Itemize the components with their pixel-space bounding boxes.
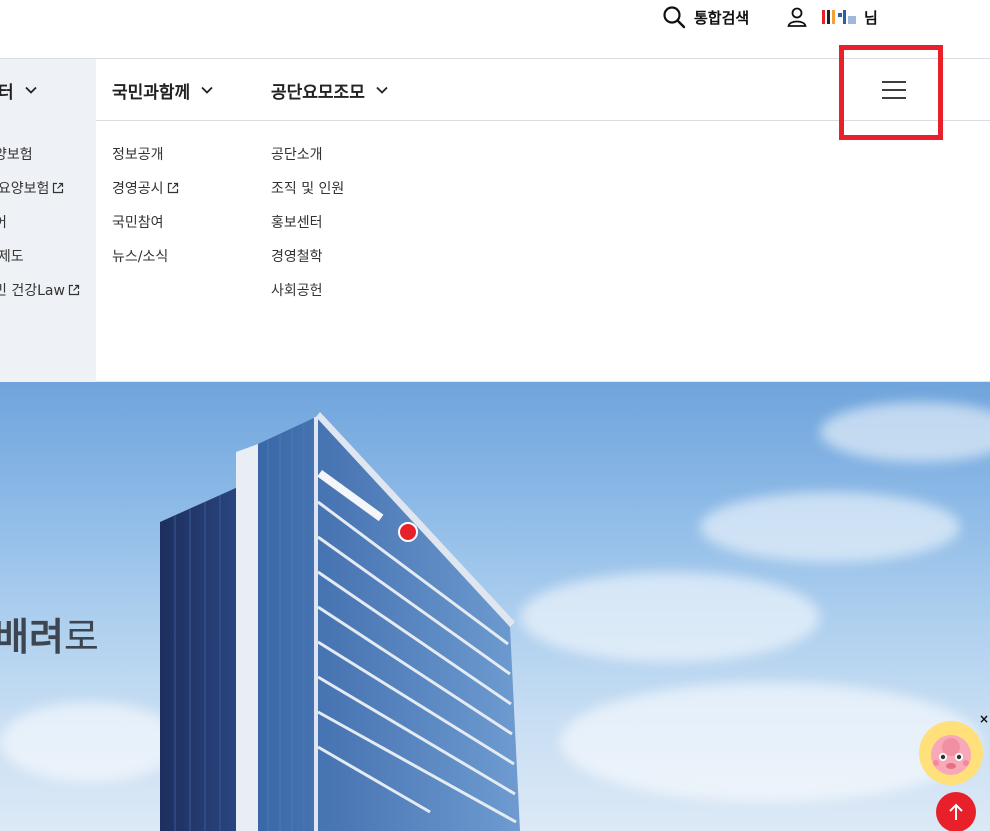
submenu-label: l요양보험 bbox=[0, 181, 50, 197]
submenu-item[interactable]: 양보험 bbox=[0, 144, 33, 164]
submenu-label: 양보험 bbox=[0, 147, 33, 163]
submenu-label: 경영공시 bbox=[112, 181, 164, 197]
scroll-to-top-button[interactable] bbox=[936, 792, 976, 831]
gnb-item-label: 공단요모조모 bbox=[271, 82, 365, 103]
search-icon bbox=[663, 6, 686, 29]
submenu-item[interactable]: 홍보센터 bbox=[271, 212, 323, 232]
hero-headline-bold: 배려 bbox=[0, 615, 64, 659]
submenu-label: 뉴스/소식 bbox=[112, 249, 169, 265]
submenu-item[interactable]: 공단소개 bbox=[271, 144, 323, 164]
submenu-label: 공단소개 bbox=[271, 147, 323, 163]
gnb-item-1[interactable]: 터 bbox=[0, 59, 96, 121]
chevron-down-icon bbox=[200, 83, 214, 97]
external-link-icon bbox=[52, 182, 64, 194]
gnb-item-about[interactable]: 공단요모조모 bbox=[271, 59, 389, 121]
submenu-item[interactable]: 어 bbox=[0, 212, 7, 232]
masked-user-name bbox=[822, 10, 862, 24]
submenu-label: 사회공헌 bbox=[271, 283, 323, 299]
submenu-item[interactable]: 사회공헌 bbox=[271, 280, 323, 300]
submenu-item[interactable]: 뉴스/소식 bbox=[112, 246, 168, 266]
chevron-down-icon bbox=[24, 83, 38, 97]
submenu-item[interactable]: 민 건강Law bbox=[0, 280, 80, 300]
integrated-search-button[interactable]: 통합검색 bbox=[662, 5, 749, 29]
headquarters-building-image bbox=[160, 412, 520, 831]
chatbot-character-button[interactable] bbox=[919, 721, 983, 785]
global-navigation: 터 국민과함께 공단요모조모 bbox=[0, 58, 990, 121]
user-name-suffix: 님 bbox=[864, 8, 878, 27]
all-menu-button[interactable] bbox=[868, 73, 920, 107]
user-menu[interactable]: 님 bbox=[786, 5, 878, 29]
chatbot-close-icon[interactable]: × bbox=[979, 712, 990, 726]
gnb-item-label: 터 bbox=[0, 82, 14, 103]
submenu-item[interactable]: 국민참여 bbox=[112, 212, 164, 232]
utility-bar: 통합검색 님 bbox=[0, 0, 990, 58]
submenu-label: 정보공개 bbox=[112, 147, 164, 163]
gnb-item-label: 국민과함께 bbox=[112, 82, 191, 103]
submenu-item[interactable]: 경영철학 bbox=[271, 246, 323, 266]
submenu-item[interactable]: 정보공개 bbox=[112, 144, 164, 164]
gnb-item-together[interactable]: 국민과함께 bbox=[112, 59, 214, 121]
hero-headline: 배려로 bbox=[0, 606, 99, 661]
hero-banner: 배려로 bbox=[0, 382, 990, 831]
user-name: 님 bbox=[822, 7, 878, 28]
submenu-label: 조직 및 인원 bbox=[271, 181, 345, 197]
gnb-dropdown-panel: 양보험 l요양보험 어 l제도 민 건강Law 정보공개 경영공시 국민참여 뉴… bbox=[0, 121, 990, 382]
submenu-label: 홍보센터 bbox=[271, 215, 323, 231]
chevron-down-icon bbox=[375, 83, 389, 97]
search-label: 통합검색 bbox=[694, 8, 750, 27]
submenu-item[interactable]: 경영공시 bbox=[112, 178, 179, 198]
submenu-label: 경영철학 bbox=[271, 249, 323, 265]
submenu-item[interactable]: 조직 및 인원 bbox=[271, 178, 344, 198]
external-link-icon bbox=[68, 284, 80, 296]
arrow-up-icon bbox=[949, 803, 963, 820]
mascot-icon bbox=[931, 735, 971, 775]
submenu-label: 국민참여 bbox=[112, 215, 164, 231]
user-icon bbox=[787, 7, 807, 27]
submenu-label: 민 건강Law bbox=[0, 283, 65, 299]
submenu-item[interactable]: l요양보험 bbox=[0, 178, 64, 198]
hamburger-icon bbox=[882, 81, 906, 99]
submenu-item[interactable]: l제도 bbox=[0, 246, 24, 266]
hero-headline-light: 로 bbox=[63, 615, 99, 659]
submenu-label: l제도 bbox=[0, 249, 24, 265]
external-link-icon bbox=[167, 182, 179, 194]
submenu-label: 어 bbox=[0, 215, 7, 231]
